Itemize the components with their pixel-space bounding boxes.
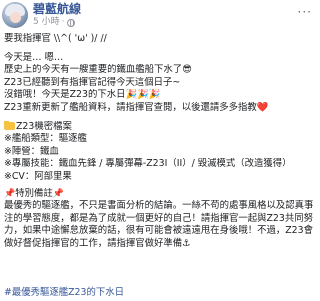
folder-icon [4,120,15,130]
pushpin-icon: 📌 [52,188,64,199]
notice-title: 特別備註 [15,187,53,199]
avatar-face [10,12,21,23]
post-header: 碧藍航線 5 小時 · ··· [2,2,318,28]
profile-item: ※陣營：鐵血 [4,145,59,157]
profile-item: ※艦船類型：驅逐艦 [4,133,87,145]
pushpin-icon: 📌 [4,188,16,199]
meta-separator: · [61,17,65,27]
profile-title: Z23機密檔案 [16,120,72,132]
more-options-icon[interactable]: ··· [298,6,312,18]
post-line: Z23重新更新了艦船資料，請指揮官查閱，以後還請多多指教❤️ [4,101,269,113]
post-line: 要我指揮官 \\^( 'ω' )/ // [4,33,107,44]
profile-item: ※CV：阿部里果 [4,170,72,182]
post-time[interactable]: 5 小時 [33,17,60,28]
profile-item: ※專屬技能：鐵血先鋒 / 專屬彈幕-Z23I（II）/ 毀滅模式（改造獲得） [4,158,292,170]
post-line: Z23已經聽到有指揮官記得今天這個日子~ [4,76,181,88]
notice-title-line: 📌特別備註📌 [4,188,318,201]
profile-title-line: Z23機密檔案 [4,120,318,134]
page-avatar[interactable] [2,2,28,28]
post-body: 要我指揮官 \\^( 'ω' )/ // 今天是… 嗯… 歷史上的今天有一艘重要… [4,33,318,251]
page-name-link[interactable]: 碧藍航線 [33,2,81,16]
post-line: 今天是… 嗯… [4,51,64,63]
facebook-post: 碧藍航線 5 小時 · ··· 要我指揮官 \\^( 'ω' )/ // 今天是… [0,0,320,301]
hashtag-link[interactable]: #最優秀驅逐艦Z23的下水日 [4,287,124,299]
post-line: 歷史上的今天有一艘重要的鐵血艦船下水了😎 [4,64,192,76]
post-line: 沒錯哦！今天是Z23的下水日🎉🎉🎉 [4,89,161,101]
post-meta: 5 小時 · [33,17,76,28]
notice-text: 最優秀的驅逐艦，不只是書面分析的結論。一絲不苟的處事風格以及認真事注的學習態度，… [4,200,314,249]
globe-icon [67,18,76,27]
